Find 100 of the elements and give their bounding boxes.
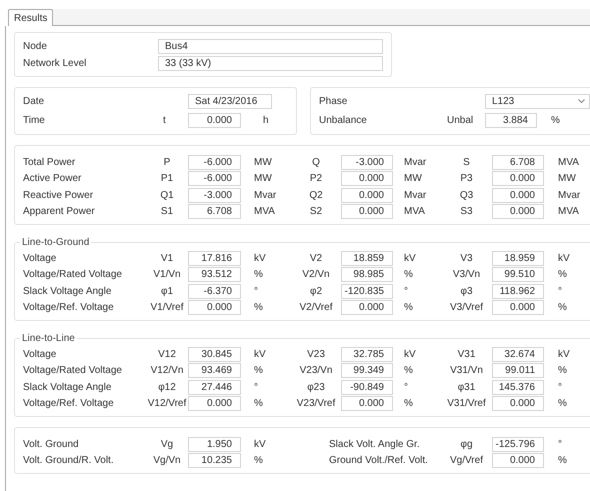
value-field: 33 (33 kV) [158,56,383,71]
unit-label: % [403,268,414,282]
unit-label: % [557,268,568,282]
date-field[interactable]: Sat 4/23/2016 [188,94,272,108]
symbol-label: φg [459,438,474,452]
symbol-label: V2/Vn [301,268,331,282]
value-field: 18.859 [341,250,393,266]
value-field: 0.000 [341,300,393,316]
value-field: 0.000 [492,453,544,468]
value-field: 93.512 [188,267,241,282]
field-label: Date [23,94,46,108]
value-field: 0.000 [188,300,241,316]
unit-label: % [253,268,264,282]
value-field: -3.000 [341,154,393,170]
value-field: 98.985 [341,267,393,282]
row-label: Reactive Power [23,188,94,203]
symbol-label: φ12 [157,380,177,395]
value-field: 17.816 [188,250,241,266]
unit-label: h [262,114,269,128]
row-label: Ground Volt./Ref. Volt. [328,454,429,468]
value-field: 0.000 [341,171,393,186]
row-label: Voltage [23,252,58,266]
symbol-label: Q [311,156,321,170]
group-title: Line-to-Line [21,332,76,346]
value-field: 30.845 [188,346,241,362]
tab[interactable]: Results [8,9,54,26]
symbol-label: V3/Vn [452,268,482,282]
unit-label: % [550,114,560,128]
value-field: -120.835 [341,284,393,299]
value-field: 99.510 [492,267,544,282]
symbol-label: Unbal [447,114,474,128]
symbol-label: V1 [160,252,174,266]
unit-label: ° [253,380,259,395]
symbol-label: P2 [308,172,324,186]
symbol-label: V1/Vref [150,301,184,316]
unit-label: MVA [557,205,580,220]
symbol-label: S2 [308,205,324,220]
row-label: Voltage/Rated Voltage [23,364,123,378]
value-field: 10.235 [188,453,241,468]
unit-label: ° [557,284,563,299]
value-field: 0.000 [188,396,241,412]
symbol-label: Vg/Vn [152,454,182,468]
symbol-label: V12/Vref [146,397,188,412]
symbol-label: φ3 [459,284,474,299]
value-field: 99.011 [492,363,544,378]
value-field: -3.000 [188,188,241,203]
row-label: Voltage/Ref. Voltage [23,397,115,412]
symbol-label: Vg/Vref [449,454,484,468]
symbol-label: φ1 [160,284,174,299]
value-field: 93.469 [188,363,241,378]
symbol-label: V23 [306,348,326,362]
unit-label: Mvar [403,188,428,203]
row-label: Slack Voltage Angle [23,284,112,299]
group-title: Line-to-Ground [21,236,90,250]
row-label: Active Power [23,172,82,186]
symbol-label: Q3 [458,188,474,203]
unit-label: % [253,364,264,378]
value-field: 99.349 [341,363,393,378]
value-field: -6.000 [188,154,241,170]
unit-label: MVA [253,205,276,220]
symbol-label: V12/Vn [150,364,184,378]
unit-label: % [557,454,568,468]
unit-label: kV [403,348,417,362]
unit-label: Mvar [557,188,581,203]
field-label: Phase [319,94,348,108]
unit-label: % [557,397,568,412]
row-label: Voltage/Rated Voltage [23,268,123,282]
field-label: Time [23,114,46,128]
value-field: 6.708 [492,154,544,170]
value-field: -90.849 [341,380,393,395]
value-field: 0.000 [492,188,544,203]
value-field: 32.785 [341,346,393,362]
unit-label: ° [403,284,409,299]
value-field: 0.000 [492,300,544,316]
row-label: Slack Volt. Angle Gr. [328,438,421,452]
unit-label: % [253,397,264,412]
field-label: Network Level [23,57,88,71]
row-label: Voltage/Ref. Voltage [23,301,115,316]
unit-label: kV [557,348,571,362]
symbol-label: φ23 [306,380,326,395]
unit-label: % [253,454,264,468]
value-field: 3.884 [485,112,537,128]
symbol-label: V23/Vref [296,397,336,412]
phase-dropdown[interactable]: L123 [485,94,590,108]
unit-label: MW [253,172,273,186]
unit-label: % [403,301,414,316]
symbol-label: V31/Vn [449,364,484,378]
symbol-label: Q1 [159,188,175,203]
symbol-label: Q2 [308,188,324,203]
value-field: Bus4 [158,39,383,54]
symbol-label: t [163,114,167,128]
value-field: 0.000 [492,396,544,412]
symbol-label: V2/Vref [298,301,334,316]
row-label: Voltage [23,348,58,362]
value-field: 18.959 [492,250,544,266]
unit-label: kV [403,252,417,266]
symbol-label: φ31 [456,380,476,395]
row-label: Slack Voltage Angle [23,380,112,395]
unit-label: ° [557,438,563,452]
unit-label: Mvar [253,188,278,203]
